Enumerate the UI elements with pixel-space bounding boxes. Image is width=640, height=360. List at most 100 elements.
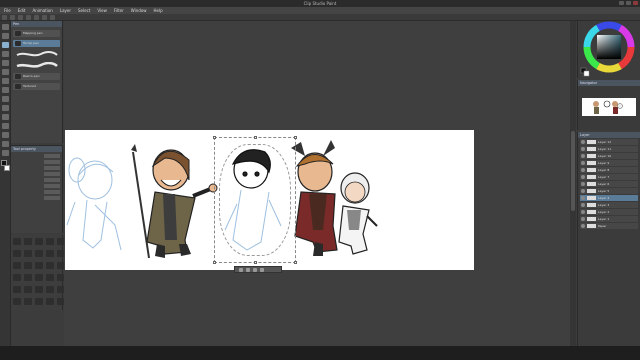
pen-tool-icon[interactable] [2, 42, 9, 48]
subtool-item[interactable]: Mapping pen [13, 30, 60, 37]
zoom-tool-icon[interactable] [2, 24, 9, 30]
move-tool-icon[interactable] [2, 33, 9, 39]
close-icon[interactable] [633, 1, 638, 5]
menu-window[interactable]: Window [131, 7, 147, 14]
property-row[interactable] [13, 166, 60, 170]
transform-selection[interactable] [213, 136, 297, 264]
layer-row[interactable]: Layer 6 [580, 181, 638, 187]
layer-row[interactable]: Layer 3 [580, 202, 638, 208]
brush-size-preset[interactable] [13, 286, 21, 293]
new-file-icon[interactable] [2, 14, 7, 20]
layer-row[interactable]: Paper [580, 223, 638, 229]
eye-icon[interactable] [581, 210, 585, 214]
airbrush-tool-icon[interactable] [2, 69, 9, 75]
menu-file[interactable]: File [4, 7, 11, 14]
menu-edit[interactable]: Edit [18, 7, 26, 14]
brush-size-preset[interactable] [46, 274, 54, 281]
brush-size-preset[interactable] [35, 238, 43, 245]
gradient-tool-icon[interactable] [2, 105, 9, 111]
layer-row[interactable]: Layer 11 [580, 146, 638, 152]
eye-icon[interactable] [581, 196, 585, 200]
cancel-icon[interactable] [260, 267, 264, 272]
layer-row-selected[interactable]: Layer 4 [580, 195, 638, 201]
brush-size-preset[interactable] [24, 262, 32, 269]
eye-icon[interactable] [581, 224, 585, 228]
text-tool-icon[interactable] [2, 123, 9, 129]
eye-icon[interactable] [581, 189, 585, 193]
layer-row[interactable]: Layer 7 [580, 174, 638, 180]
pencil-tool-icon[interactable] [2, 51, 9, 57]
subtool-item[interactable]: Real G-pen [13, 73, 60, 80]
figure-tool-icon[interactable] [2, 114, 9, 120]
eye-icon[interactable] [581, 161, 585, 165]
ok-icon[interactable] [239, 267, 243, 272]
transform-handle[interactable] [254, 261, 257, 264]
transform-handle[interactable] [294, 261, 297, 264]
brush-size-preset[interactable] [46, 238, 54, 245]
layer-row[interactable]: Layer 5 [580, 188, 638, 194]
background-color-swatch[interactable] [4, 165, 10, 171]
menu-view[interactable]: View [97, 7, 107, 14]
transform-handle[interactable] [294, 136, 297, 139]
brush-size-preset[interactable] [24, 274, 32, 281]
menu-layer[interactable]: Layer [60, 7, 71, 14]
eraser-tool-icon[interactable] [2, 78, 9, 84]
fill-tool-icon[interactable] [2, 96, 9, 102]
minimize-icon[interactable] [619, 1, 624, 5]
property-slider[interactable] [44, 184, 60, 188]
eye-icon[interactable] [581, 140, 585, 144]
canvas-area[interactable] [64, 21, 576, 346]
property-row[interactable] [13, 178, 60, 182]
scrollbar-thumb[interactable] [571, 131, 575, 211]
selection-tool-icon[interactable] [2, 132, 9, 138]
menu-animation[interactable]: Animation [32, 7, 52, 14]
undo-icon[interactable] [26, 14, 31, 20]
lasso-tool-icon[interactable] [2, 141, 9, 147]
redo-icon[interactable] [34, 14, 39, 20]
brush-size-preset[interactable] [35, 250, 43, 257]
property-row[interactable] [13, 184, 60, 188]
brush-size-preset[interactable] [13, 298, 21, 305]
layer-row[interactable]: Layer 9 [580, 160, 638, 166]
clear-icon[interactable] [42, 14, 47, 20]
eye-icon[interactable] [581, 147, 585, 151]
layer-row[interactable]: Layer 2 [580, 209, 638, 215]
brush-size-preset[interactable] [24, 286, 32, 293]
brush-size-preset[interactable] [13, 250, 21, 257]
canvas-scrollbar[interactable] [570, 21, 576, 346]
eye-icon[interactable] [581, 175, 585, 179]
brush-size-preset[interactable] [46, 262, 54, 269]
main-sub-color[interactable] [1, 160, 10, 172]
brush-tool-icon[interactable] [2, 60, 9, 66]
eye-icon[interactable] [581, 168, 585, 172]
brush-size-preset[interactable] [13, 262, 21, 269]
property-row[interactable] [13, 172, 60, 176]
color-wheel[interactable] [578, 21, 640, 78]
transform-handle[interactable] [213, 136, 216, 139]
transform-handle[interactable] [213, 261, 216, 264]
layer-row[interactable]: Layer 10 [580, 153, 638, 159]
eyedropper-tool-icon[interactable] [2, 150, 9, 156]
rotate-icon[interactable] [246, 267, 250, 272]
brush-size-preset[interactable] [24, 298, 32, 305]
layer-row[interactable]: Layer 12 [580, 139, 638, 145]
brush-size-preset[interactable] [46, 286, 54, 293]
brush-size-preset[interactable] [35, 262, 43, 269]
brush-size-preset[interactable] [35, 274, 43, 281]
brush-size-preset[interactable] [24, 250, 32, 257]
flip-icon[interactable] [253, 267, 257, 272]
property-slider[interactable] [44, 154, 60, 158]
layer-row[interactable]: Layer 1 [580, 216, 638, 222]
menu-select[interactable]: Select [78, 7, 90, 14]
property-row[interactable] [13, 190, 60, 194]
open-file-icon[interactable] [10, 14, 15, 20]
subtool-item[interactable]: Turnip pen [13, 40, 60, 47]
property-slider[interactable] [44, 178, 60, 182]
property-slider[interactable] [44, 190, 60, 194]
blend-tool-icon[interactable] [2, 87, 9, 93]
brush-size-preset[interactable] [46, 250, 54, 257]
property-slider[interactable] [44, 160, 60, 164]
property-slider[interactable] [44, 166, 60, 170]
menu-help[interactable]: Help [154, 7, 163, 14]
brush-size-preset[interactable] [13, 238, 21, 245]
